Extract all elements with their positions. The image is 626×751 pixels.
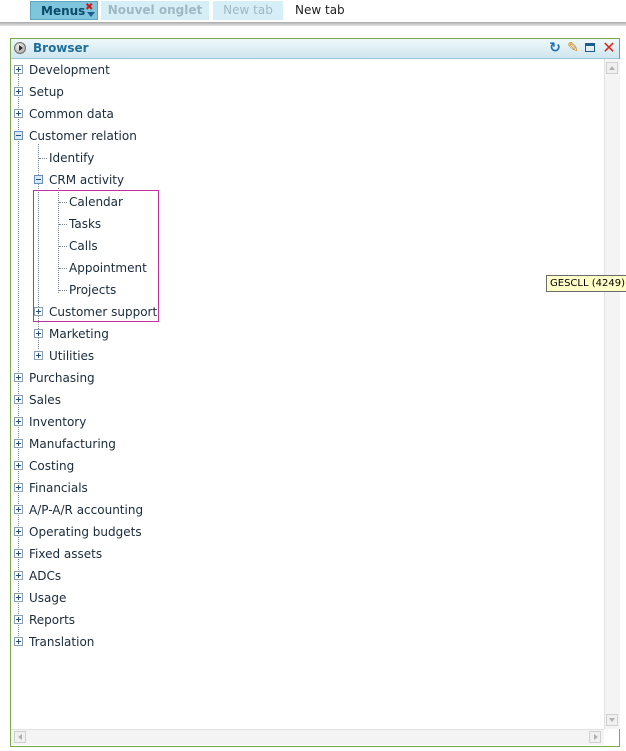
- tree-connector: [18, 74, 19, 644]
- expand-icon[interactable]: [14, 615, 23, 624]
- tree-item-label: Customer relation: [29, 129, 137, 143]
- maximize-icon[interactable]: [584, 41, 598, 55]
- expand-icon[interactable]: [14, 461, 23, 470]
- tree-item-label: Translation: [29, 635, 95, 649]
- tree-item-label: Development: [29, 63, 110, 77]
- tree-item-label: Sales: [29, 393, 61, 407]
- collapse-icon[interactable]: [34, 175, 43, 184]
- browser-panel: Browser ↻ ✎ ✕ Development Setup Common d…: [10, 38, 620, 747]
- expand-icon[interactable]: [14, 483, 23, 492]
- refresh-icon[interactable]: ↻: [548, 41, 562, 55]
- tree-item-label: Identify: [49, 151, 95, 165]
- panel-header: Browser ↻ ✎ ✕: [11, 39, 619, 59]
- tree-item-label: Usage: [29, 591, 67, 605]
- expand-icon[interactable]: [14, 439, 23, 448]
- tree-item-label: Manufacturing: [29, 437, 116, 451]
- tree-item-label: Marketing: [49, 327, 109, 341]
- expand-icon[interactable]: [14, 417, 23, 426]
- tree-item-label: CRM activity: [49, 173, 125, 187]
- tab-menus[interactable]: Menus ✖: [30, 1, 98, 20]
- tree-item-label: Inventory: [29, 415, 87, 429]
- tree-item-label: ADCs: [29, 569, 62, 583]
- tab-nouvel-onglet[interactable]: Nouvel onglet: [101, 1, 209, 20]
- expand-icon[interactable]: [14, 505, 23, 514]
- vertical-scrollbar[interactable]: [604, 59, 620, 729]
- expand-icon[interactable]: [14, 87, 23, 96]
- tree-item-label: Costing: [29, 459, 75, 473]
- pencil-icon[interactable]: ✎: [566, 41, 580, 55]
- tab-new-tab[interactable]: New tab: [289, 1, 359, 20]
- tree-item-label: Purchasing: [29, 371, 95, 385]
- tree-connector: [39, 158, 47, 159]
- scroll-right-icon[interactable]: [589, 731, 601, 743]
- scroll-up-icon[interactable]: [606, 62, 618, 74]
- tree-item-label: Financials: [29, 481, 88, 495]
- expand-icon[interactable]: [14, 637, 23, 646]
- close-icon[interactable]: ✕: [602, 40, 616, 56]
- tree-item-label: Reports: [29, 613, 76, 627]
- expand-icon[interactable]: [34, 329, 43, 338]
- expand-icon[interactable]: [34, 307, 43, 316]
- expand-icon[interactable]: [14, 549, 23, 558]
- collapse-icon[interactable]: [14, 131, 23, 140]
- expand-icon[interactable]: [14, 395, 23, 404]
- expand-icon[interactable]: [14, 571, 23, 580]
- scroll-down-icon[interactable]: [606, 714, 618, 726]
- tab-bar: Menus ✖ Nouvel onglet New tab New tab: [0, 0, 626, 22]
- expand-icon[interactable]: [14, 593, 23, 602]
- tree-item-label: Customer support: [49, 305, 158, 319]
- tooltip: GESCLL (4249): [546, 275, 626, 292]
- expand-icon[interactable]: [34, 351, 43, 360]
- menu-tree: Development Setup Common data Customer r…: [11, 59, 603, 729]
- tree-item-label: Utilities: [49, 349, 95, 363]
- expand-icon[interactable]: [14, 373, 23, 382]
- expand-icon[interactable]: [14, 65, 23, 74]
- panel-title: Browser: [33, 41, 89, 55]
- tab-new-tab-inactive[interactable]: New tab: [213, 1, 283, 20]
- expand-icon[interactable]: [14, 527, 23, 536]
- tree-item-label: Setup: [29, 85, 64, 99]
- tree-item-label: Common data: [29, 107, 114, 121]
- close-icon[interactable]: ✖: [85, 3, 94, 13]
- tree-item-label: Operating budgets: [29, 525, 142, 539]
- tab-bar-shadow: [0, 22, 626, 26]
- horizontal-scrollbar[interactable]: [11, 729, 604, 745]
- tab-menus-label: Menus: [41, 4, 86, 18]
- chevron-down-icon[interactable]: [87, 12, 95, 17]
- scroll-left-icon[interactable]: [14, 731, 26, 743]
- play-icon[interactable]: [14, 42, 26, 54]
- tree-item-label: Fixed assets: [29, 547, 103, 561]
- tree-item-label: A/P-A/R accounting: [29, 503, 144, 517]
- expand-icon[interactable]: [14, 109, 23, 118]
